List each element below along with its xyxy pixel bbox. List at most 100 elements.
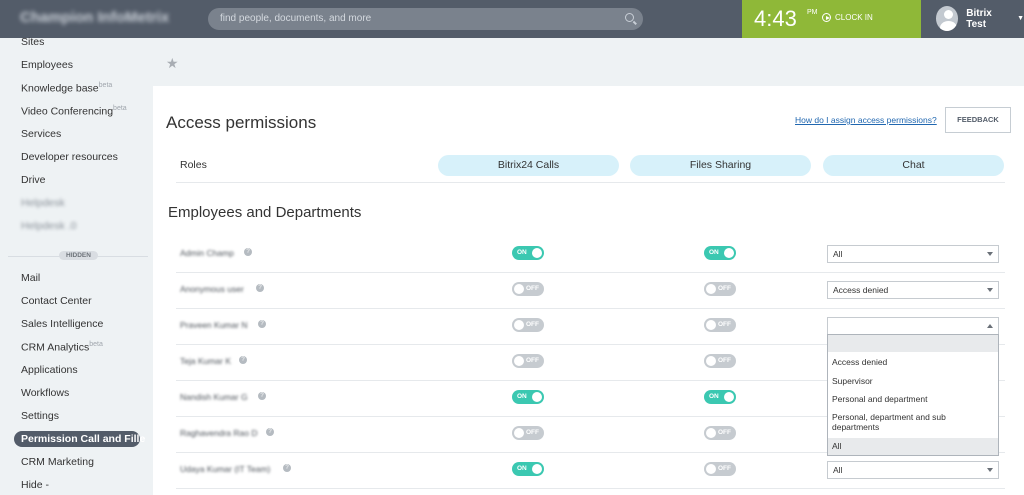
sidebar-item-mail[interactable]: Mail <box>21 272 40 284</box>
dropdown-option[interactable]: Supervisor <box>828 376 998 386</box>
sidebar-item-label: Helpdesk <box>21 197 65 209</box>
roles-header-row: Roles Bitrix24 Calls Files Sharing Chat <box>176 150 1005 183</box>
sidebar-item-permission-call-and-fille[interactable]: Permission Call and Fille <box>14 431 145 447</box>
calls-toggle[interactable]: ON <box>512 246 544 260</box>
employee-name: Raghavendra Rao D <box>180 428 258 438</box>
toggle-knob <box>514 356 524 366</box>
sidebar-item-workflows[interactable]: Workflows <box>21 387 69 399</box>
files-toggle[interactable]: OFF <box>704 318 736 332</box>
toggle-label: ON <box>709 248 719 256</box>
sidebar-item-label: Sites <box>21 36 45 48</box>
files-toggle[interactable]: OFF <box>704 426 736 440</box>
sidebar-item-developer-resources[interactable]: Developer resources <box>21 151 118 163</box>
sidebar-item-label: Drive <box>21 174 46 186</box>
toggle-label: OFF <box>526 320 539 328</box>
files-toggle[interactable]: ON <box>704 390 736 404</box>
files-toggle[interactable]: OFF <box>704 462 736 476</box>
calls-toggle[interactable]: OFF <box>512 354 544 368</box>
sidebar-item-hide[interactable]: Hide - <box>21 479 49 491</box>
calls-toggle[interactable]: ON <box>512 390 544 404</box>
beta-badge: beta <box>113 105 127 112</box>
hidden-badge[interactable]: HIDDEN <box>59 251 98 260</box>
chevron-down-icon[interactable]: ▼ <box>1017 15 1024 22</box>
sidebar-item-label: Contact Center <box>21 295 92 307</box>
toggle-label: ON <box>517 464 527 472</box>
dropdown-option[interactable]: Personal and department <box>828 394 998 404</box>
role-files-sharing[interactable]: Files Sharing <box>630 155 811 176</box>
roles-label: Roles <box>180 159 207 171</box>
help-icon[interactable]: ? <box>244 248 252 256</box>
chat-select[interactable]: All <box>827 245 999 263</box>
star-icon[interactable]: ★ <box>166 55 179 72</box>
sidebar-item-contact-center[interactable]: Contact Center <box>21 295 92 307</box>
sidebar-item-label: Workflows <box>21 387 70 399</box>
sidebar-item-services[interactable]: Services <box>21 128 61 140</box>
role-bitrix24-calls[interactable]: Bitrix24 Calls <box>438 155 619 176</box>
sidebar-item-sales-intelligence[interactable]: Sales Intelligence <box>21 318 103 330</box>
hidden-divider: HIDDEN <box>8 251 148 261</box>
user-name[interactable]: Bitrix Test <box>966 8 1009 30</box>
sidebar-item-label: Employees <box>21 59 73 71</box>
calls-toggle[interactable]: ON <box>512 462 544 476</box>
toggle-knob <box>706 284 716 294</box>
search-input[interactable]: find people, documents, and more <box>208 8 643 30</box>
toggle-knob <box>514 284 524 294</box>
page-title: Access permissions <box>166 113 317 132</box>
help-icon[interactable]: ? <box>258 392 266 400</box>
dropdown-option-selected[interactable]: All <box>828 438 998 455</box>
sidebar-item-helpdesk-0[interactable]: Helpdesk .0 <box>21 220 76 232</box>
calls-toggle[interactable]: OFF <box>512 282 544 296</box>
dropdown-option[interactable]: Access denied <box>828 357 998 367</box>
employee-name: Admin Champ <box>180 248 234 258</box>
sidebar-item-crm-analytics[interactable]: CRM Analyticsbeta <box>21 341 103 354</box>
help-icon[interactable]: ? <box>256 284 264 292</box>
sidebar-item-applications[interactable]: Applications <box>21 364 78 376</box>
sidebar-item-drive[interactable]: Drive <box>21 174 46 186</box>
dropdown-option[interactable]: Personal, department and sub departments <box>828 412 998 432</box>
company-logo[interactable]: Champion InfoMetrix <box>20 9 169 26</box>
sidebar-item-label: Settings <box>21 410 59 422</box>
chat-select[interactable]: All <box>827 461 999 479</box>
sidebar-item-knowledge-base[interactable]: Knowledge basebeta <box>21 82 112 95</box>
sidebar-item-video-conferencing[interactable]: Video Conferencingbeta <box>21 105 127 118</box>
toggle-knob <box>706 320 716 330</box>
toggle-knob <box>514 320 524 330</box>
toggle-knob <box>532 248 542 258</box>
toggle-label: OFF <box>526 284 539 292</box>
clock-widget[interactable]: 4:43 PM CLOCK IN <box>742 0 921 38</box>
help-icon[interactable]: ? <box>258 320 266 328</box>
calls-toggle[interactable]: OFF <box>512 318 544 332</box>
employee-name: Teja Kumar K <box>180 356 232 366</box>
clock-in-label: CLOCK IN <box>835 13 873 22</box>
feedback-button[interactable]: FEEDBACK <box>945 107 1011 133</box>
files-toggle[interactable]: OFF <box>704 282 736 296</box>
sidebar-item-label: CRM Analytics <box>21 341 90 354</box>
sidebar-item-label: CRM Marketing <box>21 456 94 468</box>
avatar[interactable] <box>936 6 959 31</box>
search-icon[interactable] <box>625 13 634 22</box>
user-menu[interactable]: Bitrix Test ▼ <box>936 6 1024 31</box>
sidebar-item-label: Mail <box>21 272 41 284</box>
sidebar-item-crm-marketing[interactable]: CRM Marketing <box>21 456 94 468</box>
toggle-knob <box>706 428 716 438</box>
sidebar-item-employees[interactable]: Employees <box>21 59 73 71</box>
sidebar-item-sites[interactable]: Sites <box>21 36 44 48</box>
sidebar-item-settings[interactable]: Settings <box>21 410 59 422</box>
toggle-label: OFF <box>718 464 731 472</box>
clock-in-button[interactable]: CLOCK IN <box>822 13 873 22</box>
role-chat[interactable]: Chat <box>823 155 1004 176</box>
sidebar-item-helpdesk[interactable]: Helpdesk <box>21 197 65 209</box>
files-toggle[interactable]: ON <box>704 246 736 260</box>
chat-select[interactable] <box>827 317 999 335</box>
toggle-knob <box>514 428 524 438</box>
help-icon[interactable]: ? <box>239 356 247 364</box>
chat-select[interactable]: Access denied <box>827 281 999 299</box>
help-link[interactable]: How do I assign access permissions? <box>795 115 937 125</box>
toggle-label: OFF <box>718 356 731 364</box>
help-icon[interactable]: ? <box>266 428 274 436</box>
files-toggle[interactable]: OFF <box>704 354 736 368</box>
calls-toggle[interactable]: OFF <box>512 426 544 440</box>
dropdown-option-blank[interactable] <box>828 335 998 352</box>
help-icon[interactable]: ? <box>283 464 291 472</box>
beta-badge: beta <box>89 341 103 348</box>
